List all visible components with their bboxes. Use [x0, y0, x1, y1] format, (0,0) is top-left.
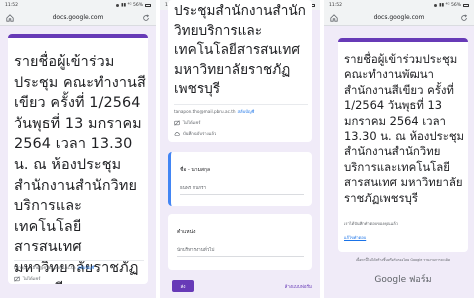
- question-name: ชื่อ - นามสกุล ธนพร กนกรา: [180, 166, 304, 195]
- not-shared-row: ไม่ได้แชร์: [174, 119, 308, 126]
- autosave-row: บันทึกฉบับร่างแล้ว: [174, 130, 308, 137]
- battery-icon: [145, 3, 151, 7]
- notification-icon: [434, 3, 438, 7]
- question-position: ตำแหน่ง นักบริหารงานทั่วไป: [177, 228, 304, 257]
- browser-url-bar[interactable]: docs.google.com: [0, 10, 156, 26]
- edit-response-link[interactable]: แก้ไขคำตอบ: [344, 234, 366, 241]
- phone-screen-1: 11:52 ▮▮ ⁴ᴳ 56% docs.google.com รายชื่อผ…: [0, 0, 156, 298]
- status-bar: 11:52 ▮▮ ⁴ᴳ 56%: [324, 0, 474, 10]
- home-icon[interactable]: [6, 13, 14, 22]
- autosave-text: บันทึกฉบับร่างแล้ว: [183, 131, 217, 136]
- account-email: tanapon.tho@mail.pbru.ac.th: [14, 265, 76, 270]
- status-bar: 11:52 ▮▮ ⁴ᴳ 56%: [0, 0, 156, 10]
- footer-notice: เนื้อหานี้ไม่ได้สร้างขึ้นหรือรับรองโดย G…: [355, 258, 451, 262]
- not-shared-row: ไม่ได้แชร์: [14, 275, 144, 282]
- reload-icon[interactable]: [460, 13, 468, 22]
- cloud-done-icon: [174, 131, 180, 137]
- response-recorded-text: เราได้บันทึกคำตอบของคุณแล้ว: [344, 221, 398, 226]
- form-title: รายชื่อผู้เข้าร่วมประชุม คณะทำงานสีเขียว…: [14, 54, 146, 284]
- not-shared-text: ไม่ได้แชร์: [183, 120, 201, 125]
- not-shared-text: ไม่ได้แชร์: [23, 276, 41, 281]
- url-text[interactable]: docs.google.com: [374, 14, 425, 21]
- browser-url-bar[interactable]: docs.google.com: [324, 10, 474, 26]
- shared-status-icon: [174, 119, 180, 126]
- account-area: tanapon.tho@mail.pbru.ac.th สลับบัญชี ไม…: [14, 260, 144, 284]
- account-line: tanapon.tho@mail.pbru.ac.th สลับบัญชี: [14, 264, 144, 271]
- status-time: 11:52: [5, 2, 18, 8]
- status-indicators: ▮▮ ⁴ᴳ 56%: [121, 2, 143, 8]
- battery-icon: [463, 3, 469, 7]
- status-indicators: ▮▮ ⁴ᴳ 56%: [439, 2, 461, 8]
- form-title: รายชื่อผู้เข้าร่วมประชุม คณะทำงานพัฒนาสำ…: [344, 52, 465, 205]
- position-input[interactable]: นักบริหารงานทั่วไป: [177, 246, 304, 257]
- name-input[interactable]: ธนพร กนกรา: [180, 184, 304, 195]
- question-card-name: ชื่อ - นามสกุล ธนพร กนกรา: [168, 152, 312, 206]
- clear-form-button[interactable]: ล้างแบบฟอร์ม: [285, 283, 312, 290]
- notification-icon: [116, 3, 120, 7]
- phone-screen-3: 11:52 ▮▮ ⁴ᴳ 56% docs.google.com รายชื่อผ…: [324, 0, 474, 298]
- status-icons: ▮▮ ⁴ᴳ 56%: [116, 3, 151, 8]
- status-icons: ▮▮ ⁴ᴳ 56%: [434, 3, 469, 8]
- form-header-card: ประชุมสำนักงานสำนักวิทยบริการและเทคโนโลย…: [168, 0, 312, 142]
- switch-account-link[interactable]: สลับบัญชี: [78, 264, 95, 271]
- phone-screen-2: 11:52 ▮▮ ⁴ᴳ 56% ประชุมสำนักงานสำนักวิทยบ…: [160, 0, 320, 298]
- question-label: ตำแหน่ง: [177, 229, 196, 235]
- url-text[interactable]: docs.google.com: [53, 14, 104, 21]
- reload-icon[interactable]: [142, 13, 150, 22]
- confirmation-card: รายชื่อผู้เข้าร่วมประชุม คณะทำงานพัฒนาสำ…: [338, 38, 468, 252]
- question-label: ชื่อ - นามสกุล: [180, 167, 211, 173]
- submit-button[interactable]: ส่ง: [172, 280, 194, 292]
- form-header-card: รายชื่อผู้เข้าร่วมประชุม คณะทำงานสีเขียว…: [8, 34, 148, 284]
- home-icon[interactable]: [330, 13, 338, 22]
- account-line: tanapon.tho@mail.pbru.ac.th สลับบัญชี: [174, 108, 308, 115]
- question-card-position: ตำแหน่ง นักบริหารงานทั่วไป: [168, 214, 312, 270]
- google-forms-logo: Google ฟอร์ม: [374, 275, 432, 285]
- status-time: 11:52: [329, 2, 342, 8]
- shared-status-icon: [14, 275, 20, 282]
- form-title-partial: ประชุมสำนักงานสำนักวิทยบริการและเทคโนโลย…: [174, 3, 306, 97]
- switch-account-link[interactable]: สลับบัญชี: [238, 108, 255, 115]
- account-area: tanapon.tho@mail.pbru.ac.th สลับบัญชี ไม…: [174, 104, 308, 137]
- account-email: tanapon.tho@mail.pbru.ac.th: [174, 109, 236, 114]
